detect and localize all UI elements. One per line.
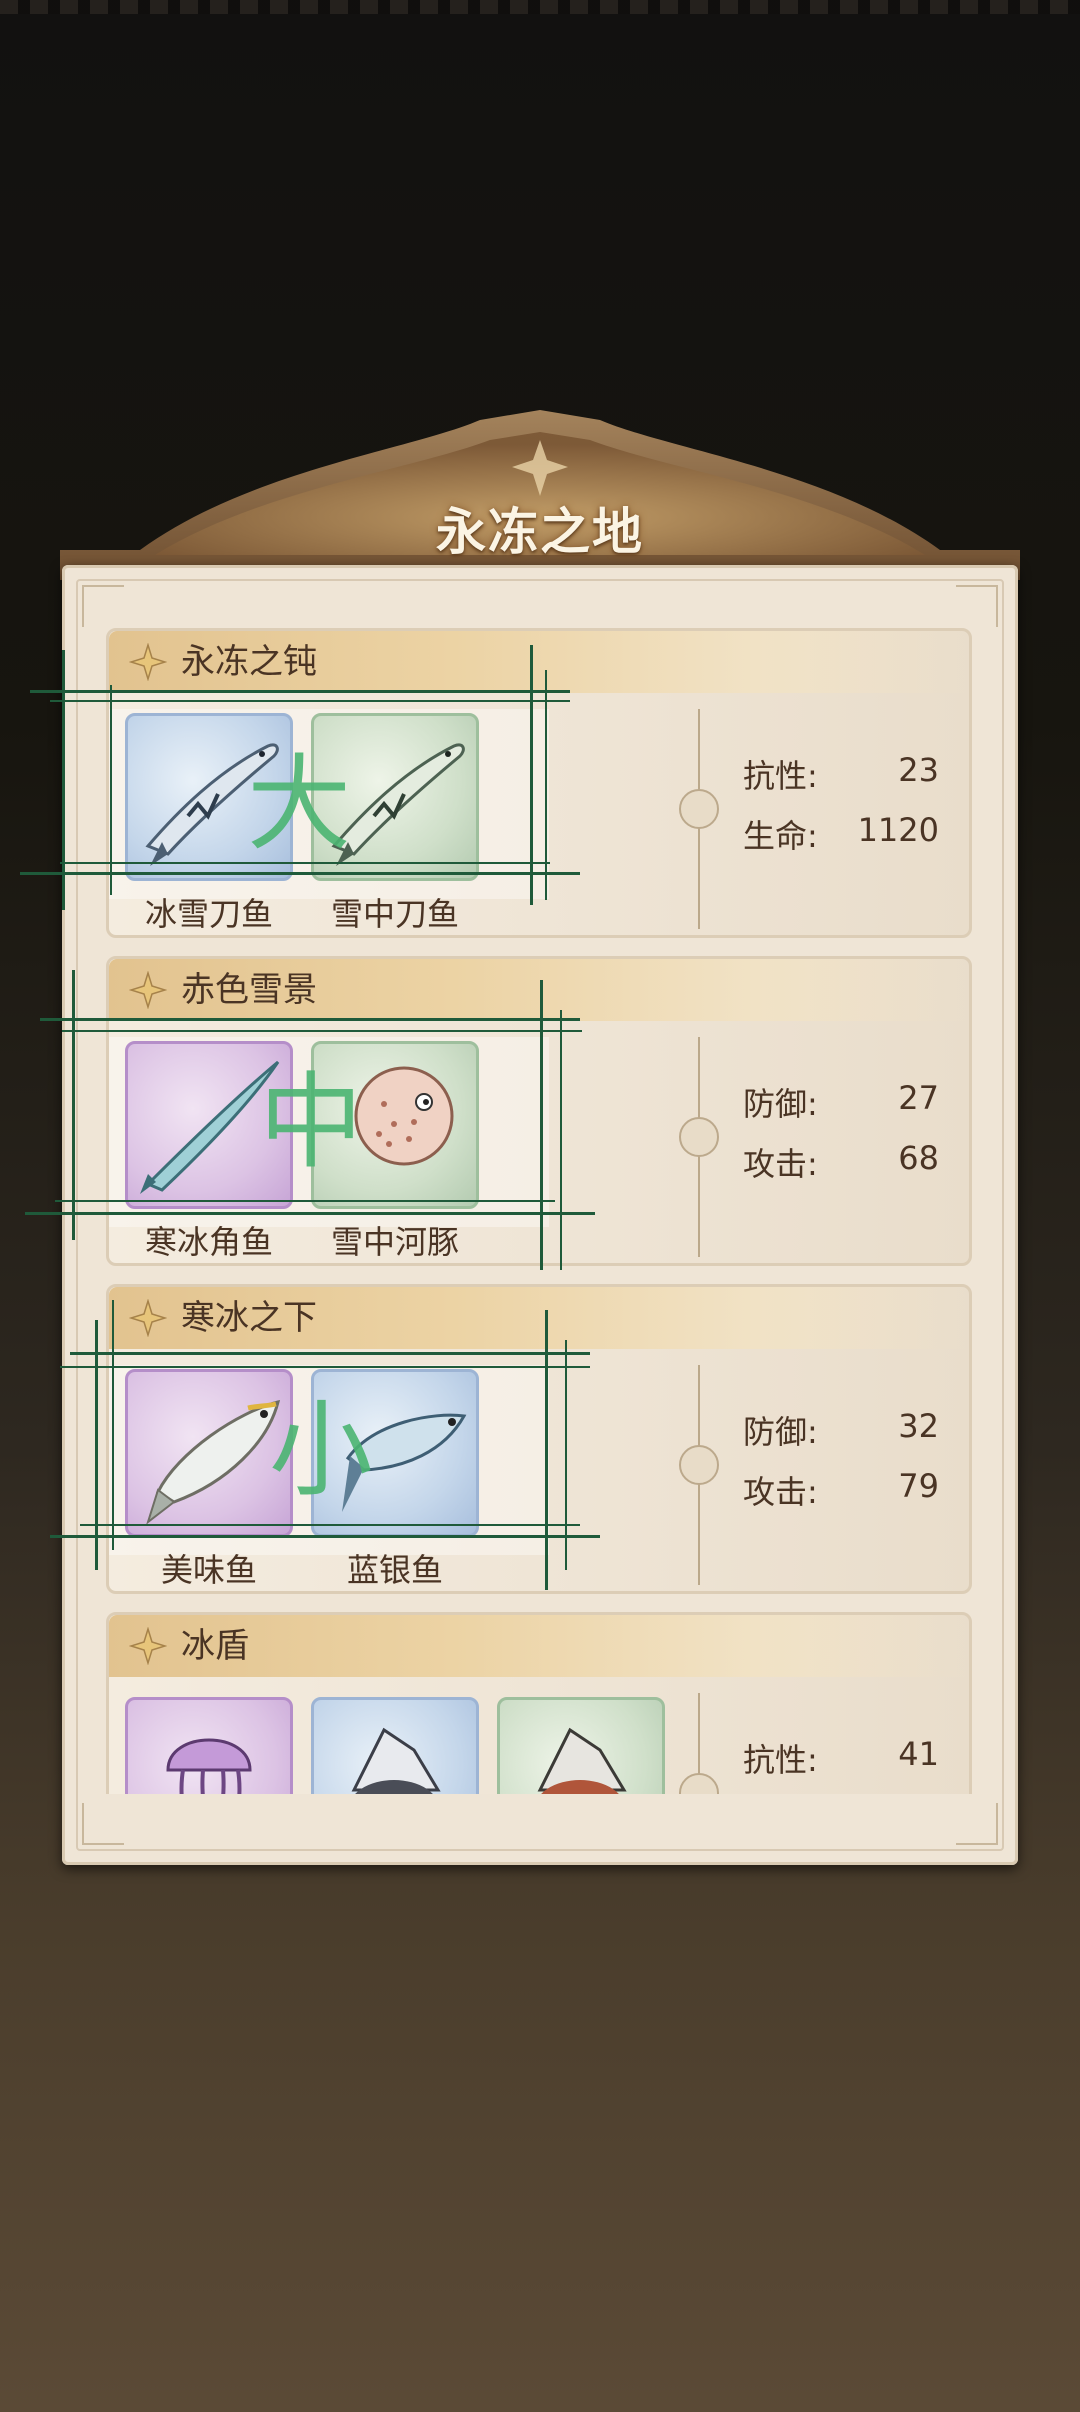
arrow-icon[interactable] bbox=[679, 789, 719, 829]
star-icon bbox=[129, 971, 167, 1009]
size-overlay-label: 大 bbox=[247, 743, 352, 865]
star-icon bbox=[129, 643, 167, 681]
fish-name: 冰雪刀鱼 bbox=[144, 895, 273, 933]
stat-value: 1120 bbox=[857, 811, 939, 849]
fish-name: 蓝银鱼 bbox=[346, 1551, 443, 1589]
fish-name: 雪中河豚 bbox=[330, 1223, 459, 1261]
size-overlay-label: 小 bbox=[269, 1389, 374, 1511]
card-title: 寒冰之下 bbox=[181, 1298, 317, 1338]
fish-name: 寒冰角鱼 bbox=[144, 1223, 273, 1261]
hermit-crab-icon bbox=[351, 1727, 441, 1794]
fish-name: 雪中刀鱼 bbox=[330, 895, 459, 933]
card-title: 赤色雪景 bbox=[181, 970, 317, 1010]
fish-icon bbox=[146, 1399, 281, 1525]
star-icon bbox=[129, 1299, 167, 1337]
set-card[interactable]: 寒冰之下 美味鱼 蓝银鱼 防御: 32 攻击: 79 小 bbox=[106, 1284, 972, 1594]
arrow-icon[interactable] bbox=[679, 1445, 719, 1485]
corner-ornament bbox=[82, 1803, 124, 1845]
fish-name: 美味鱼 bbox=[160, 1551, 257, 1589]
card-title: 永冻之钝 bbox=[181, 642, 317, 682]
stat-value: 41 bbox=[898, 1735, 939, 1773]
size-overlay-label: 中 bbox=[259, 1061, 364, 1183]
stat-value: 79 bbox=[898, 1467, 939, 1505]
corner-ornament bbox=[956, 1803, 998, 1845]
arrow-icon[interactable] bbox=[679, 1117, 719, 1157]
fish-tile[interactable] bbox=[125, 1697, 293, 1794]
arrow-icon[interactable] bbox=[679, 1773, 719, 1794]
fish-tile[interactable] bbox=[125, 1369, 293, 1537]
fish-tile[interactable] bbox=[497, 1697, 665, 1794]
set-card[interactable]: 冰盾 抗性: 41 bbox=[106, 1612, 972, 1794]
set-card[interactable]: 赤色雪景 寒冰角鱼 雪中河豚 防御: 27 攻击: 68 中 bbox=[106, 956, 972, 1266]
fish-tile[interactable] bbox=[311, 1697, 479, 1794]
stat-value: 27 bbox=[898, 1079, 939, 1117]
set-card[interactable]: 永冻之钝 冰雪刀鱼 雪中刀鱼 抗性: 23 生命: 1120 大 bbox=[106, 628, 972, 938]
jellyfish-icon bbox=[166, 1738, 252, 1794]
stat-value: 23 bbox=[898, 751, 939, 789]
hermit-crab-icon bbox=[537, 1727, 627, 1794]
star-icon bbox=[129, 1627, 167, 1665]
top-decoration bbox=[0, 0, 1080, 14]
card-title: 冰盾 bbox=[181, 1626, 249, 1666]
stat-value: 32 bbox=[898, 1407, 939, 1445]
panel-title: 永冻之地 bbox=[436, 502, 644, 561]
stat-value: 68 bbox=[898, 1139, 939, 1177]
